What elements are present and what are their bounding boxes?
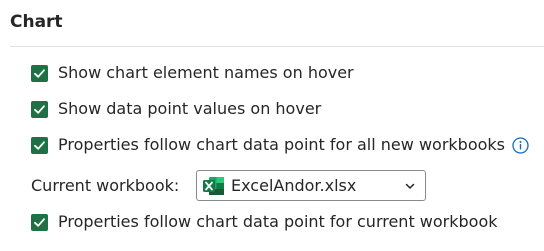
checkbox-show-point-values[interactable] <box>31 100 48 118</box>
current-workbook-row: Current workbook: <box>31 174 179 198</box>
option-label: Properties follow chart data point for c… <box>58 212 498 231</box>
checkbox-follow-all-workbooks[interactable] <box>31 136 48 154</box>
current-workbook-label: Current workbook: <box>31 176 180 195</box>
option-show-point-values[interactable]: Show data point values on hover <box>31 97 321 121</box>
option-label: Show chart element names on hover <box>58 63 354 82</box>
option-show-element-names[interactable]: Show chart element names on hover <box>31 61 354 85</box>
current-workbook-select[interactable]: ExcelAndor.xlsx <box>196 170 426 201</box>
checkmark-icon <box>34 140 45 150</box>
current-workbook-value: ExcelAndor.xlsx <box>231 175 357 195</box>
option-follow-all-workbooks[interactable]: Properties follow chart data point for a… <box>31 133 529 157</box>
section-divider <box>10 46 544 47</box>
excel-file-icon <box>203 176 224 195</box>
chevron-down-icon <box>405 183 415 189</box>
section-title: Chart <box>10 12 63 32</box>
option-label: Show data point values on hover <box>58 99 322 118</box>
checkmark-icon <box>34 68 45 78</box>
option-label: Properties follow chart data point for a… <box>58 135 505 154</box>
checkbox-show-element-names[interactable] <box>31 64 48 82</box>
checkmark-icon <box>34 104 45 114</box>
info-icon[interactable] <box>511 136 529 154</box>
checkmark-icon <box>34 217 45 227</box>
option-follow-current-workbook[interactable]: Properties follow chart data point for c… <box>31 210 498 234</box>
checkbox-follow-current-workbook[interactable] <box>31 213 48 231</box>
